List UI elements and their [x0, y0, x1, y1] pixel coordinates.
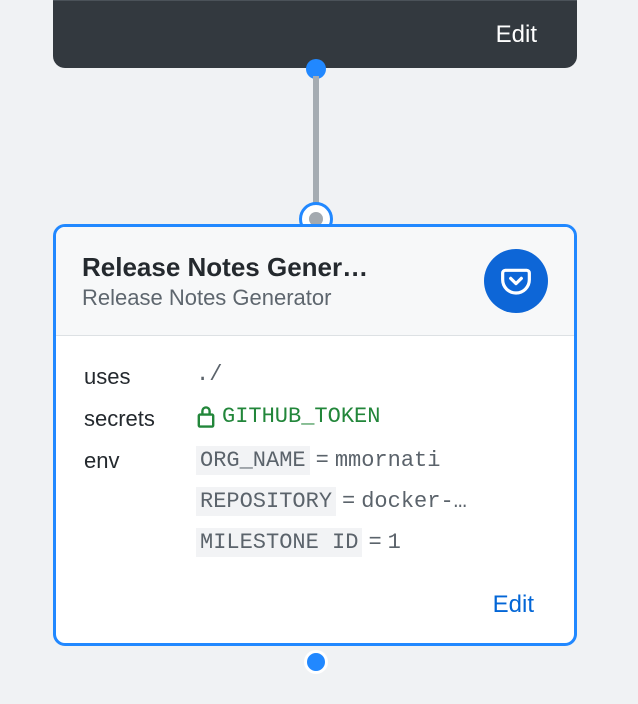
env-key: REPOSITORY [196, 487, 336, 516]
card-footer: Edit [56, 581, 574, 643]
lock-icon [196, 405, 216, 429]
equals-sign: = [310, 448, 335, 473]
equals-sign: = [336, 489, 361, 514]
step-title: Release Notes Gener… [82, 252, 470, 283]
uses-row: uses ./ [84, 362, 546, 390]
env-value: 1 [388, 530, 401, 555]
uses-value: ./ [196, 362, 546, 387]
workflow-step-card[interactable]: Release Notes Gener… Release Notes Gener… [53, 224, 577, 646]
edit-button[interactable]: Edit [496, 21, 537, 49]
env-key: ORG_NAME [196, 446, 310, 475]
card-header: Release Notes Gener… Release Notes Gener… [56, 227, 574, 336]
secret-name: GITHUB_TOKEN [222, 404, 380, 429]
connector-line [313, 76, 319, 216]
env-row: env ORG_NAME = mmornati REPOSITORY = doc… [84, 446, 546, 557]
save-to-pocket-button[interactable] [484, 249, 548, 313]
env-value: docker-… [361, 489, 467, 514]
uses-label: uses [84, 362, 196, 390]
secrets-label: secrets [84, 404, 196, 432]
secrets-row: secrets GITHUB_TOKEN [84, 404, 546, 432]
env-list: ORG_NAME = mmornati REPOSITORY = docker-… [196, 446, 467, 557]
card-header-text: Release Notes Gener… Release Notes Gener… [82, 252, 484, 311]
pocket-icon [500, 265, 532, 297]
edit-button[interactable]: Edit [493, 591, 534, 619]
card-body: uses ./ secrets GITHUB_TOKEN env ORG_NAM… [56, 336, 574, 581]
env-label: env [84, 446, 196, 474]
env-item: REPOSITORY = docker-… [196, 487, 467, 516]
connector-output-dot[interactable] [304, 650, 328, 674]
equals-sign: = [362, 530, 387, 555]
env-item: ORG_NAME = mmornati [196, 446, 467, 475]
env-key: MILESTONE ID [196, 528, 362, 557]
step-subtitle: Release Notes Generator [82, 285, 470, 311]
env-item: MILESTONE ID = 1 [196, 528, 467, 557]
env-value: mmornati [335, 448, 441, 473]
secret-value: GITHUB_TOKEN [196, 404, 380, 429]
previous-node-card: Edit [53, 0, 577, 68]
